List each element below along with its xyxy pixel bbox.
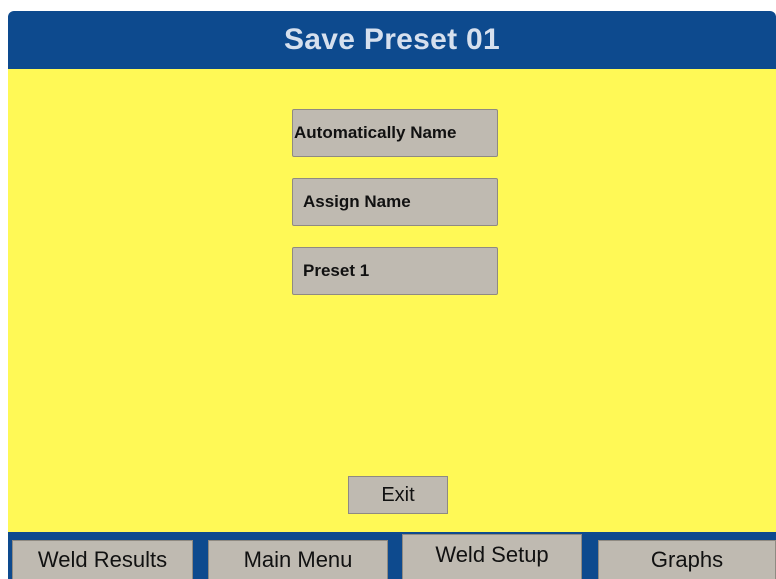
assign-name-button[interactable]: Assign Name (292, 178, 498, 226)
tab-weld-results[interactable]: Weld Results (12, 540, 193, 579)
exit-button[interactable]: Exit (348, 476, 448, 514)
title-bar: Save Preset 01 (8, 11, 776, 69)
automatically-name-button[interactable]: Automatically Name (292, 109, 498, 157)
page-title: Save Preset 01 (283, 23, 501, 56)
save-preset-screen: Save Preset 01 Automatically Name Assign… (0, 0, 776, 579)
tab-main-menu[interactable]: Main Menu (208, 540, 388, 579)
preset-name-button[interactable]: Preset 1 (292, 247, 498, 295)
tab-weld-setup[interactable]: Weld Setup (402, 534, 582, 579)
tab-graphs[interactable]: Graphs (598, 540, 776, 579)
